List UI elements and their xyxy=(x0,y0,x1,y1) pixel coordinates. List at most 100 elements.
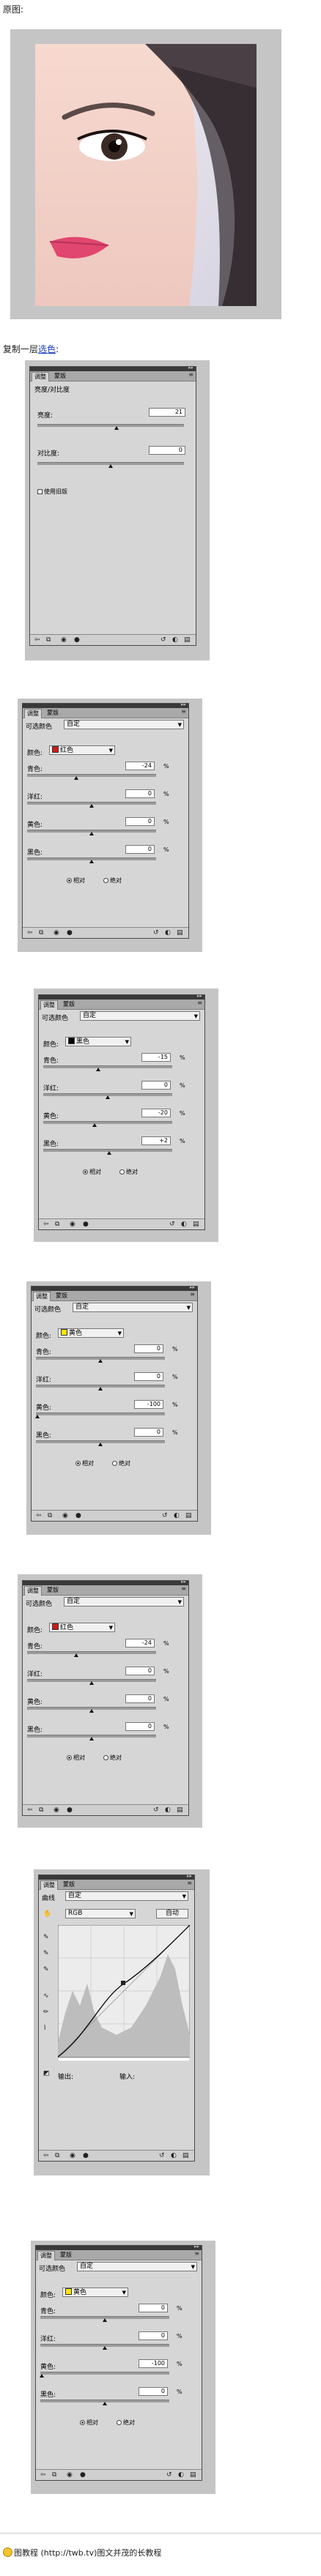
toggle-icon[interactable]: ◐ xyxy=(172,636,178,644)
tab-adjust[interactable]: 调整 xyxy=(33,1292,51,1301)
trash-icon[interactable]: ▤ xyxy=(185,1512,192,1519)
collapse-icon[interactable]: ▸▸ xyxy=(188,365,193,371)
relative-radio-dot[interactable] xyxy=(83,1169,88,1175)
magenta-slider[interactable] xyxy=(40,2344,169,2350)
eye-icon[interactable]: ◉ xyxy=(54,929,59,937)
collapse-icon[interactable]: ▸▸ xyxy=(194,2244,199,2249)
panel-menu-icon[interactable]: ≡ xyxy=(181,708,186,715)
layers-icon[interactable]: ⧉ xyxy=(55,1221,59,1228)
cyan-slider[interactable] xyxy=(40,2316,169,2322)
color-select[interactable]: 黄色 ▼ xyxy=(62,2287,128,2297)
relative-radio[interactable]: 相对 xyxy=(67,876,85,885)
toggle-icon[interactable]: ◐ xyxy=(165,1806,171,1814)
footer-text[interactable]: 图教程 (http://twb.tv)图文并茂的长教程 xyxy=(14,2548,161,2558)
layers-icon[interactable]: ⧉ xyxy=(39,929,43,937)
preset-select[interactable]: 自定 ▼ xyxy=(64,1597,184,1607)
color-select[interactable]: 红色 ▼ xyxy=(49,1623,115,1632)
back-icon[interactable]: ⇦ xyxy=(27,1806,33,1814)
cyan-field[interactable]: -24 xyxy=(125,1639,155,1648)
tab-mask[interactable]: 蒙版 xyxy=(58,2251,74,2260)
tab-mask[interactable]: 蒙版 xyxy=(54,1292,70,1300)
cyan-slider[interactable] xyxy=(43,1065,172,1071)
yellow-slider-knob[interactable] xyxy=(35,1415,40,1418)
absolute-radio[interactable]: 绝对 xyxy=(112,1459,130,1467)
back-icon[interactable]: ⇦ xyxy=(36,1512,42,1519)
yellow-slider-knob[interactable] xyxy=(92,1123,97,1127)
eye-icon[interactable]: ◉ xyxy=(67,2471,73,2479)
absolute-radio[interactable]: 绝对 xyxy=(117,2419,135,2427)
magenta-slider[interactable] xyxy=(27,1679,156,1685)
yellow-slider-knob[interactable] xyxy=(40,2374,44,2378)
black-field[interactable]: 0 xyxy=(134,1428,163,1437)
cyan-field[interactable]: -15 xyxy=(141,1053,171,1062)
back-icon[interactable]: ⇦ xyxy=(43,1221,49,1228)
visibility-icon[interactable]: ● xyxy=(83,1221,89,1228)
panel-menu-icon[interactable]: ≡ xyxy=(194,2250,199,2257)
preset-select[interactable]: 自定 ▼ xyxy=(65,1891,188,1901)
reset-icon[interactable]: ↺ xyxy=(169,1221,175,1228)
collapse-icon[interactable]: ▸▸ xyxy=(181,701,186,707)
tab-adjust[interactable]: 调整 xyxy=(40,1000,58,1010)
cyan-field[interactable]: -24 xyxy=(125,762,155,770)
back-icon[interactable]: ⇦ xyxy=(40,2471,46,2479)
tab-adjust[interactable]: 调整 xyxy=(24,1586,42,1596)
panel-menu-icon[interactable]: ≡ xyxy=(190,1291,195,1298)
magenta-field[interactable]: 0 xyxy=(141,1081,171,1090)
layers-icon[interactable]: ⧉ xyxy=(52,2471,56,2479)
eyedropper-gray-icon[interactable]: ✎ xyxy=(43,1950,49,1957)
cyan-slider-knob[interactable] xyxy=(103,2318,107,2322)
color-select[interactable]: 黑色 ▼ xyxy=(65,1037,131,1046)
smooth-icon[interactable]: ⌇ xyxy=(43,2025,46,2032)
yellow-slider-knob[interactable] xyxy=(89,1709,94,1713)
cyan-slider-knob[interactable] xyxy=(74,1653,78,1657)
yellow-slider[interactable] xyxy=(27,1707,156,1713)
tab-mask[interactable]: 蒙版 xyxy=(45,709,61,718)
collapse-icon[interactable]: ▸▸ xyxy=(190,1284,195,1290)
yellow-slider-knob[interactable] xyxy=(89,832,94,835)
absolute-radio[interactable]: 绝对 xyxy=(103,1754,122,1762)
black-slider[interactable] xyxy=(27,1735,156,1741)
contrast-field[interactable]: 0 xyxy=(149,446,185,455)
cyan-slider[interactable] xyxy=(27,1651,156,1657)
eye-icon[interactable]: ◉ xyxy=(62,1512,68,1519)
magenta-slider[interactable] xyxy=(43,1093,172,1099)
trash-icon[interactable]: ▤ xyxy=(193,1221,199,1228)
magenta-slider-knob[interactable] xyxy=(103,2346,107,2350)
back-icon[interactable]: ⇦ xyxy=(27,929,33,937)
pencil-icon[interactable]: ✏ xyxy=(43,2009,49,2016)
absolute-radio-dot[interactable] xyxy=(103,878,108,883)
magenta-slider-knob[interactable] xyxy=(106,1095,110,1099)
preset-select[interactable]: 自定 ▼ xyxy=(80,1011,200,1021)
reset-icon[interactable]: ↺ xyxy=(153,1806,159,1814)
toggle-icon[interactable]: ◐ xyxy=(178,2471,184,2479)
absolute-radio[interactable]: 绝对 xyxy=(119,1168,138,1176)
back-icon[interactable]: ⇦ xyxy=(34,636,40,644)
channel-select[interactable]: RGB ▼ xyxy=(65,1909,136,1918)
magenta-slider-knob[interactable] xyxy=(89,804,94,808)
tab-adjust[interactable]: 调整 xyxy=(40,1880,58,1890)
hand-tool-icon[interactable]: ✋ xyxy=(43,1910,51,1918)
legacy-checkbox-box[interactable] xyxy=(37,489,43,494)
cyan-slider[interactable] xyxy=(27,774,156,780)
yellow-field[interactable]: 0 xyxy=(125,817,155,826)
visibility-icon[interactable]: ● xyxy=(75,1512,81,1519)
preset-select[interactable]: 自定 ▼ xyxy=(77,2262,197,2271)
black-slider[interactable] xyxy=(36,1440,165,1446)
magenta-slider-knob[interactable] xyxy=(89,1681,94,1685)
color-select[interactable]: 黄色 ▼ xyxy=(58,1328,124,1338)
contrast-slider-knob[interactable] xyxy=(108,464,113,468)
brightness-slider-knob[interactable] xyxy=(114,426,119,430)
panel-menu-icon[interactable]: ≡ xyxy=(188,371,193,378)
trash-icon[interactable]: ▤ xyxy=(177,1806,183,1814)
black-slider-knob[interactable] xyxy=(107,1151,111,1155)
layers-icon[interactable]: ⧉ xyxy=(55,2152,59,2159)
black-slider-knob[interactable] xyxy=(89,1737,94,1741)
preset-select[interactable]: 自定 ▼ xyxy=(64,720,184,729)
panel-menu-icon[interactable]: ≡ xyxy=(187,1880,192,1886)
brightness-field[interactable]: 21 xyxy=(149,408,185,417)
eye-icon[interactable]: ◉ xyxy=(54,1806,59,1814)
layers-icon[interactable]: ⧉ xyxy=(46,636,51,644)
magenta-field[interactable]: 0 xyxy=(125,1667,155,1675)
collapse-icon[interactable]: ▸▸ xyxy=(197,993,202,999)
relative-radio[interactable]: 相对 xyxy=(75,1459,94,1467)
